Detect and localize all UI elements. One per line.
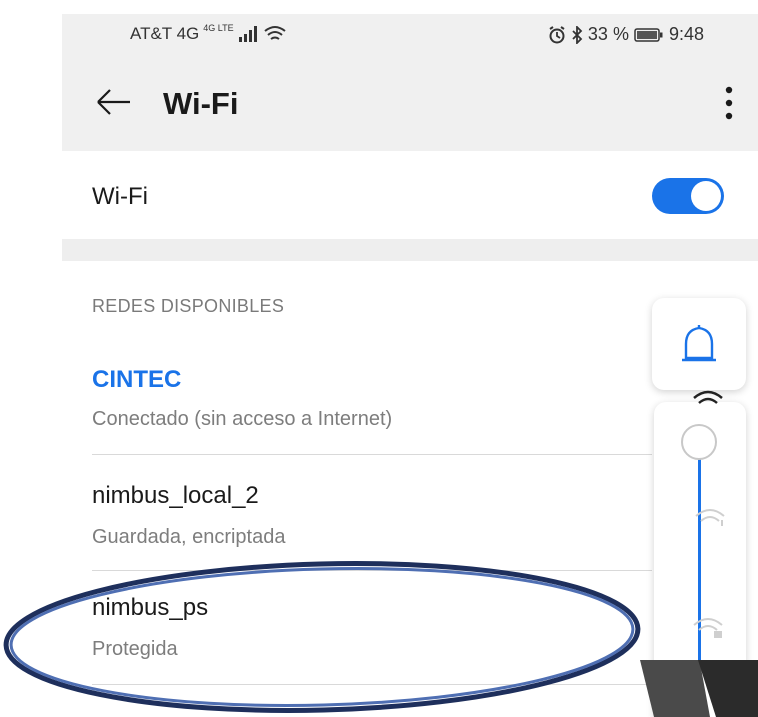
more-options-button[interactable] [714,78,744,128]
network-name: nimbus_ps [92,594,209,621]
bell-icon [682,325,716,362]
back-button[interactable] [90,78,138,126]
network-status: Conectado (sin acceso a Internet) [92,408,393,430]
wifi-toggle-switch[interactable] [652,178,724,214]
carrier-label: AT&T 4G [130,24,200,43]
battery-icon [634,27,663,42]
status-left: AT&T 4G 4G LTE [130,22,286,44]
clock: 9:48 [668,24,704,44]
app-bar: Wi-Fi [62,56,758,151]
battery-percent: 33 % [587,24,629,44]
page-title: Wi-Fi [163,86,239,121]
network-name: CINTEC [92,366,182,393]
volume-thumb[interactable] [681,424,717,460]
toggle-knob [691,181,721,211]
signal-icon [238,26,257,42]
status-bar: AT&T 4G 4G LTE 33 % 9:48 [62,14,758,56]
alarm-icon [549,25,565,43]
divider [92,684,652,685]
available-networks-header: REDES DISPONIBLES [92,296,285,316]
wifi-toggle-row[interactable]: Wi-Fi [62,151,758,239]
wifi-signal-icon [693,390,723,404]
phone-screen: AT&T 4G 4G LTE 33 % 9:48 Wi-Fi Wi-Fi RED… [62,0,758,717]
wifi-toggle-label: Wi-Fi [92,183,148,210]
wifi-signal-icon [695,509,725,526]
status-right: 33 % 9:48 [548,24,704,45]
divider [92,570,652,571]
wifi-lock-icon [693,618,723,638]
network-badge: 4G LTE [203,22,234,33]
bluetooth-icon [572,25,583,44]
wifi-icon [264,26,286,40]
network-status: Protegida [92,638,178,660]
volume-mode-button[interactable] [652,298,746,390]
network-status: Guardada, encriptada [92,526,286,548]
network-name: nimbus_local_2 [92,482,259,509]
more-vert-icon [725,86,733,120]
arrow-left-icon [97,89,130,115]
divider [92,454,652,455]
section-divider [62,239,758,261]
